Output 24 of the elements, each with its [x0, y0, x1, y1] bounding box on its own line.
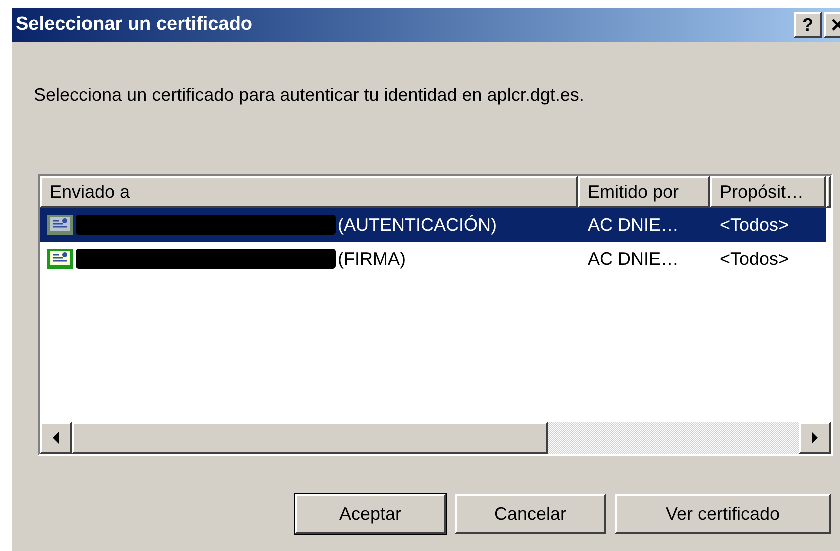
dialog-button[interactable]: Aceptar: [295, 494, 446, 534]
dialog-button[interactable]: Ver certificado: [615, 494, 831, 534]
window-title: Seleccionar un certificado: [16, 12, 253, 37]
column-header[interactable]: Emitido por: [578, 176, 710, 208]
table-cell-text: <Todos>: [719, 248, 790, 270]
scroll-thumb[interactable]: [72, 422, 548, 454]
table-cell-text: AC DNIE…: [587, 214, 680, 236]
table-cell-text: <Todos>: [719, 214, 790, 236]
scroll-right-button[interactable]: [799, 422, 831, 454]
certificate-icon: [46, 214, 74, 236]
left-arrow-icon: [52, 432, 60, 444]
column-header[interactable]: Propósit…: [710, 176, 826, 208]
table-cell-text: (FIRMA): [338, 248, 406, 271]
column-header[interactable]: Enviado a: [40, 176, 578, 208]
right-arrow-icon: [811, 432, 819, 444]
scroll-left-button[interactable]: [40, 422, 72, 454]
certificate-icon: [46, 248, 74, 270]
prompt-text: Selecciona un certificado para autenticar tu identidad en aplcr.dgt.es.: [34, 84, 586, 107]
table-cell-text: (AUTENTICACIÓN): [338, 214, 497, 237]
horizontal-scrollbar[interactable]: [40, 422, 831, 454]
help-button[interactable]: ?: [794, 12, 822, 38]
dialog-button[interactable]: Cancelar: [455, 494, 606, 534]
certificate-row[interactable]: (AUTENTICACIÓN) AC DNIE… <Todos>: [40, 208, 826, 242]
table-cell-text: AC DNIE…: [587, 248, 680, 270]
